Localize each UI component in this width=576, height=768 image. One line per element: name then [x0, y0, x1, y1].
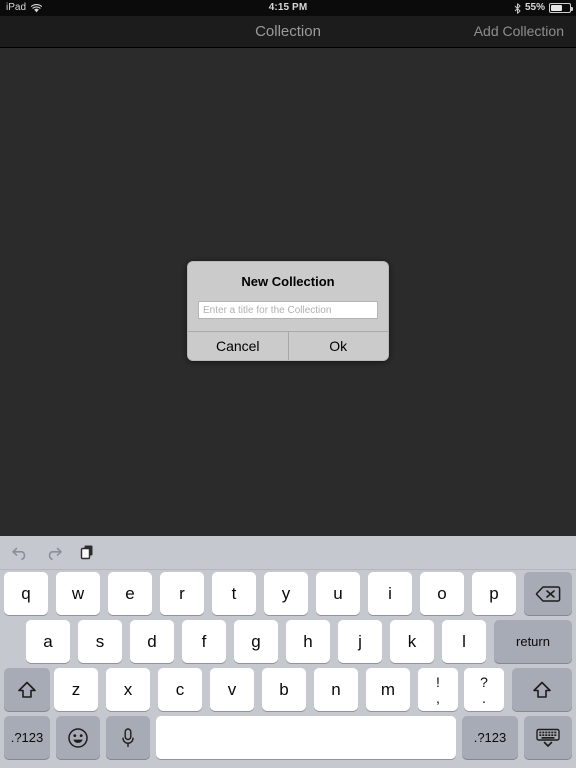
dialog-buttons: Cancel Ok	[188, 331, 388, 360]
microphone-icon[interactable]	[106, 716, 150, 759]
space-key[interactable]	[156, 716, 456, 759]
key-o[interactable]: o	[420, 572, 464, 615]
bluetooth-icon	[514, 2, 521, 14]
undo-icon[interactable]	[6, 540, 34, 566]
content-area: New Collection Cancel Ok	[0, 48, 576, 536]
key-f[interactable]: f	[182, 620, 226, 663]
key-v[interactable]: v	[210, 668, 254, 711]
shift-left-icon[interactable]	[4, 668, 50, 711]
key-a[interactable]: a	[26, 620, 70, 663]
collection-title-input[interactable]	[198, 301, 378, 319]
keyboard-toolbar	[0, 536, 576, 570]
key-comma-label: ,	[436, 689, 440, 706]
emoji-icon[interactable]	[56, 716, 100, 759]
key-e[interactable]: e	[108, 572, 152, 615]
key-exclamation-label: !	[436, 673, 440, 690]
numbers-key-left[interactable]: .?123	[4, 716, 50, 759]
shift-right-icon[interactable]	[512, 668, 572, 711]
key-z[interactable]: z	[54, 668, 98, 711]
key-c[interactable]: c	[158, 668, 202, 711]
hide-keyboard-icon[interactable]	[524, 716, 572, 759]
new-collection-dialog: New Collection Cancel Ok	[187, 261, 389, 361]
status-bar: iPad 4:15 PM 55%	[0, 0, 576, 16]
key-s[interactable]: s	[78, 620, 122, 663]
key-question-label: ?	[480, 673, 488, 690]
on-screen-keyboard: q w e r t y u i o p a s d f g h j k l re…	[0, 536, 576, 768]
redo-icon[interactable]	[40, 540, 68, 566]
key-q[interactable]: q	[4, 572, 48, 615]
ok-button[interactable]: Ok	[287, 332, 388, 360]
return-key[interactable]: return	[494, 620, 572, 663]
keyboard-row-4: .?123 .?123	[0, 714, 576, 762]
key-x[interactable]: x	[106, 668, 150, 711]
key-t[interactable]: t	[212, 572, 256, 615]
paste-icon[interactable]	[74, 540, 102, 566]
key-n[interactable]: n	[314, 668, 358, 711]
key-u[interactable]: u	[316, 572, 360, 615]
status-bar-time: 4:15 PM	[268, 2, 308, 13]
dialog-title: New Collection	[241, 274, 335, 289]
keyboard-row-2: a s d f g h j k l return	[0, 618, 576, 666]
key-b[interactable]: b	[262, 668, 306, 711]
key-p[interactable]: p	[472, 572, 516, 615]
key-l[interactable]: l	[442, 620, 486, 663]
numbers-key-right[interactable]: .?123	[462, 716, 518, 759]
keyboard-row-3: z x c v b n m ! , ? .	[0, 666, 576, 714]
key-r[interactable]: r	[160, 572, 204, 615]
add-collection-button[interactable]: Add Collection	[474, 16, 564, 47]
ipad-screen: iPad 4:15 PM 55% Collection Add Collecti…	[0, 0, 576, 768]
key-j[interactable]: j	[338, 620, 382, 663]
status-bar-right: 55%	[514, 0, 573, 16]
key-question-period[interactable]: ? .	[464, 668, 504, 711]
key-w[interactable]: w	[56, 572, 100, 615]
battery-icon	[549, 3, 573, 13]
keyboard-row-1: q w e r t y u i o p	[0, 570, 576, 618]
key-g[interactable]: g	[234, 620, 278, 663]
key-m[interactable]: m	[366, 668, 410, 711]
cancel-button[interactable]: Cancel	[188, 332, 288, 360]
key-d[interactable]: d	[130, 620, 174, 663]
key-exclamation-comma[interactable]: ! ,	[418, 668, 458, 711]
key-y[interactable]: y	[264, 572, 308, 615]
key-i[interactable]: i	[368, 572, 412, 615]
key-k[interactable]: k	[390, 620, 434, 663]
key-h[interactable]: h	[286, 620, 330, 663]
dialog-body: New Collection	[188, 262, 388, 331]
key-period-label: .	[482, 689, 486, 706]
battery-percent: 55%	[524, 2, 545, 13]
backspace-icon[interactable]	[524, 572, 572, 615]
navigation-bar: Collection Add Collection	[0, 16, 576, 48]
